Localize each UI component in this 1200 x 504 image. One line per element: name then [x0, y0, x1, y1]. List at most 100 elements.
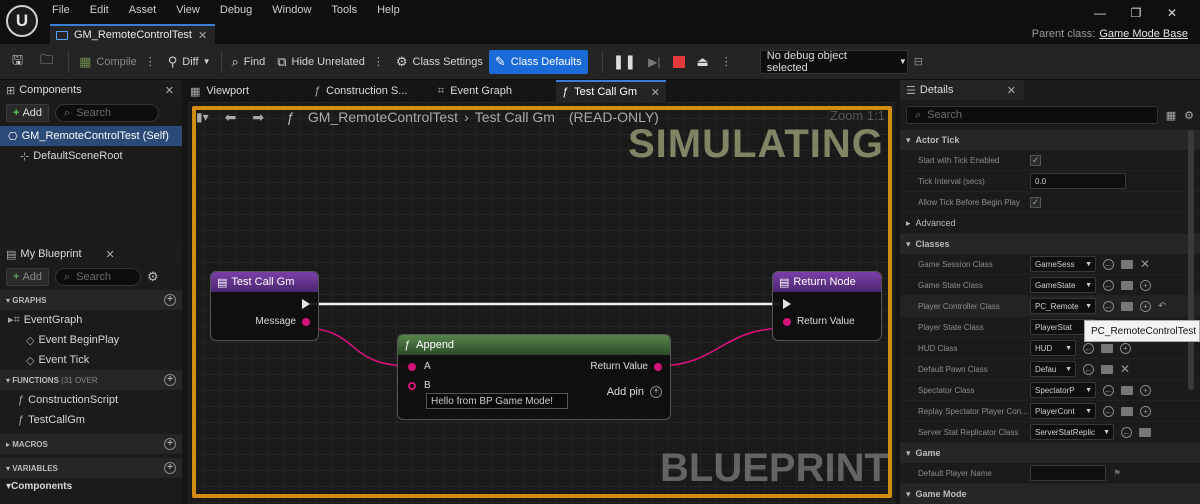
- class-value: Defau: [1035, 364, 1057, 374]
- collapse-icon: ▾: [906, 134, 916, 145]
- chevron-down-icon: ▼: [1085, 302, 1092, 310]
- class-dropdown[interactable]: GameState ▼: [1030, 277, 1096, 293]
- details-tab-label: Details: [919, 84, 954, 96]
- add-icon[interactable]: +: [1140, 405, 1151, 417]
- classes-header[interactable]: ▾ Classes: [900, 234, 1200, 254]
- actor-tick-header[interactable]: ▾ Actor Tick: [900, 130, 1200, 150]
- chevron-down-icon: ▼: [1103, 428, 1110, 436]
- browse-folder-icon[interactable]: [1101, 364, 1113, 374]
- table-view-icon[interactable]: ▦: [1166, 109, 1176, 122]
- default-player-name-row: Default Player Name ⚑: [900, 463, 1200, 484]
- property-label: Default Player Name: [918, 468, 992, 478]
- property-label: Spectator Class: [918, 385, 975, 395]
- chevron-down-icon: ▼: [1085, 260, 1092, 268]
- game-header[interactable]: ▾ Game: [900, 443, 1200, 463]
- property-label: Tick Interval (secs): [918, 176, 985, 186]
- class-dropdown[interactable]: GameSess ▼: [1030, 256, 1096, 272]
- add-icon[interactable]: +: [1120, 342, 1131, 354]
- details-tab[interactable]: ☰ Details ✕: [900, 80, 1024, 100]
- browse-folder-icon[interactable]: [1121, 406, 1133, 416]
- allow-tick-row: Allow Tick Before Begin Play ✓: [900, 192, 1200, 213]
- class-value: ServerStatReplic: [1035, 427, 1096, 437]
- details-toolbar: ⌕ Search ▦ ⚙: [900, 100, 1200, 130]
- class-dropdown[interactable]: PlayerCont ▼: [1030, 403, 1096, 419]
- use-selected-icon[interactable]: ←: [1121, 426, 1132, 438]
- section-label: Classes: [915, 239, 950, 249]
- collapse-icon: ▾: [906, 447, 916, 458]
- add-icon[interactable]: +: [1140, 384, 1151, 396]
- property-label: Default Pawn Class: [918, 364, 988, 374]
- class-row: Default Pawn Class Defau ▼ ← ✕: [900, 359, 1200, 380]
- class-row: Server Stat Replicator Class ServerStatRe…: [900, 422, 1200, 443]
- class-row: Spectator Class SpectatorP ▼ ← +: [900, 380, 1200, 401]
- localize-icon[interactable]: ⚑: [1113, 468, 1121, 479]
- chevron-down-icon: ▼: [1065, 344, 1072, 352]
- chevron-down-icon: ▼: [1085, 281, 1092, 289]
- class-dropdown[interactable]: HUD ▼: [1030, 340, 1076, 356]
- class-dropdown[interactable]: Defau ▼: [1030, 361, 1076, 377]
- details-search-input[interactable]: ⌕ Search: [906, 106, 1158, 124]
- browse-folder-icon[interactable]: [1121, 385, 1133, 395]
- class-row: Game Session Class GameSess ▼ ← ✕: [900, 254, 1200, 275]
- class-row: Game State Class GameState ▼ ← +: [900, 275, 1200, 296]
- class-value: HUD: [1035, 343, 1053, 353]
- collapse-icon: ▾: [906, 238, 916, 249]
- use-selected-icon[interactable]: ←: [1103, 405, 1114, 417]
- property-label: Game State Class: [918, 280, 983, 290]
- reset-icon[interactable]: ↶: [1158, 301, 1166, 312]
- property-label: Player Controller Class: [918, 301, 1000, 311]
- search-icon: ⌕: [915, 108, 922, 121]
- property-label: Start with Tick Enabled: [918, 155, 1000, 165]
- gear-icon[interactable]: ⚙: [1184, 109, 1194, 122]
- collapse-icon: ▾: [906, 488, 916, 499]
- start-tick-row: Start with Tick Enabled ✓: [900, 150, 1200, 171]
- default-player-name-input[interactable]: [1030, 465, 1106, 481]
- property-label: Replay Spectator Player Con...: [918, 406, 1028, 416]
- tick-interval-row: Tick Interval (secs) 0.0: [900, 171, 1200, 192]
- search-placeholder: Search: [927, 109, 963, 121]
- property-label: Allow Tick Before Begin Play: [918, 197, 1020, 207]
- close-icon[interactable]: ✕: [1007, 84, 1016, 97]
- class-tooltip: PC_RemoteControlTest: [1084, 320, 1200, 342]
- advanced-label: Advanced: [915, 218, 956, 228]
- browse-folder-icon[interactable]: [1139, 427, 1151, 437]
- class-value: PC_Remote: [1035, 301, 1079, 311]
- use-selected-icon[interactable]: ←: [1103, 258, 1114, 270]
- chevron-down-icon: ▼: [1085, 386, 1092, 394]
- clear-icon[interactable]: ✕: [1140, 257, 1150, 271]
- details-icon: ☰: [906, 84, 916, 97]
- browse-folder-icon[interactable]: [1121, 259, 1133, 269]
- class-dropdown[interactable]: PC_Remote ▼: [1030, 298, 1096, 314]
- use-selected-icon[interactable]: ←: [1103, 300, 1114, 312]
- add-icon[interactable]: +: [1140, 279, 1151, 291]
- class-dropdown[interactable]: ServerStatReplic ▼: [1030, 424, 1114, 440]
- class-value: SpectatorP: [1035, 385, 1075, 395]
- checkbox-checked[interactable]: ✓: [1030, 196, 1041, 208]
- details-panel: ☰ Details ✕ ⌕ Search ▦ ⚙ ▾ Actor Tick Sta…: [900, 80, 1200, 504]
- class-row: Player Controller Class PC_Remote ▼ ← + ↶: [900, 296, 1200, 317]
- checkbox-checked[interactable]: ✓: [1030, 154, 1041, 166]
- advanced-row[interactable]: ▸ Advanced: [900, 213, 1200, 234]
- add-icon[interactable]: +: [1140, 300, 1151, 312]
- clear-icon[interactable]: ✕: [1120, 362, 1130, 376]
- tick-interval-input[interactable]: 0.0: [1030, 173, 1126, 189]
- browse-folder-icon[interactable]: [1121, 301, 1133, 311]
- class-row: Replay Spectator Player Con... PlayerCont…: [900, 401, 1200, 422]
- class-value: PlayerStat: [1035, 322, 1072, 332]
- property-label: Server Stat Replicator Class: [918, 427, 1019, 437]
- browse-folder-icon[interactable]: [1121, 280, 1133, 290]
- use-selected-icon[interactable]: ←: [1083, 342, 1094, 354]
- game-mode-header[interactable]: ▾ Game Mode: [900, 484, 1200, 504]
- use-selected-icon[interactable]: ←: [1103, 279, 1114, 291]
- section-label: Game: [915, 448, 941, 458]
- use-selected-icon[interactable]: ←: [1083, 363, 1094, 375]
- property-label: Game Session Class: [918, 259, 993, 269]
- class-dropdown[interactable]: SpectatorP ▼: [1030, 382, 1096, 398]
- section-label: Actor Tick: [915, 135, 960, 145]
- section-label: Game Mode: [915, 489, 967, 499]
- browse-folder-icon[interactable]: [1101, 343, 1113, 353]
- details-scrollbar[interactable]: [1188, 130, 1194, 390]
- chevron-down-icon: ▼: [1085, 407, 1092, 415]
- blueprint-editor: U File Edit Asset View Debug Window Tool…: [0, 0, 1200, 504]
- use-selected-icon[interactable]: ←: [1103, 384, 1114, 396]
